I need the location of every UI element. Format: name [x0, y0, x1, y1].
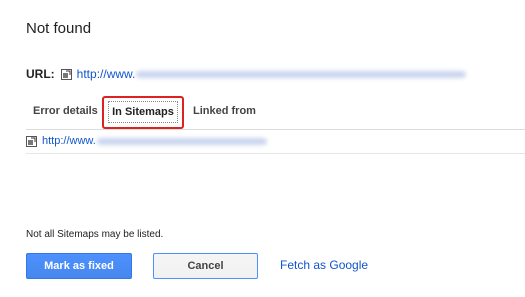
sitemap-row: http://www.	[26, 135, 267, 147]
tab-in-sitemaps[interactable]: In Sitemaps	[108, 101, 178, 123]
url-label: URL:	[26, 67, 55, 81]
sitemap-link[interactable]: http://www.	[42, 135, 96, 147]
tab-error-details[interactable]: Error details	[33, 105, 98, 117]
mark-as-fixed-button[interactable]: Mark as fixed	[26, 253, 132, 279]
redacted-sitemap-blur	[96, 137, 267, 145]
sitemaps-note: Not all Sitemaps may be listed.	[26, 229, 164, 240]
cancel-button[interactable]: Cancel	[153, 253, 258, 279]
tab-bar: Error details In Sitemaps Linked from	[26, 96, 525, 130]
fetch-as-google-link[interactable]: Fetch as Google	[280, 258, 368, 272]
tab-linked-from[interactable]: Linked from	[193, 105, 256, 117]
external-link-icon[interactable]	[60, 68, 72, 80]
url-row: URL: http://www.	[26, 67, 467, 81]
divider	[26, 153, 525, 154]
url-link[interactable]: http://www.	[77, 67, 136, 81]
external-link-icon[interactable]	[26, 135, 37, 147]
page-title: Not found	[26, 20, 92, 37]
highlight-box: In Sitemaps	[102, 96, 184, 129]
redacted-url-blur	[136, 70, 467, 78]
